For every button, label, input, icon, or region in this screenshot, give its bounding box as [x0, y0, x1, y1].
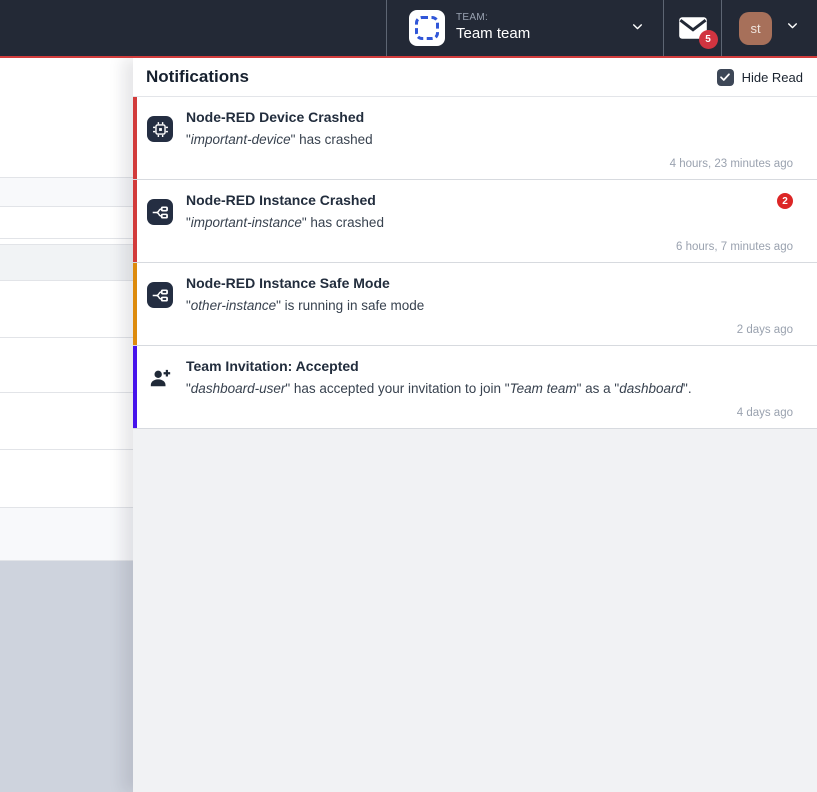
- notification-content: Team Invitation: Accepted "dashboard-use…: [186, 358, 793, 419]
- severity-accent-bar: [133, 180, 137, 262]
- notification-timestamp: 2 days ago: [186, 324, 793, 336]
- notification-item[interactable]: Node-RED Instance Crashed 2 "important-i…: [133, 180, 817, 263]
- unread-count-badge: 5: [699, 30, 718, 49]
- notification-timestamp: 4 hours, 23 minutes ago: [186, 158, 793, 170]
- notifications-mail-button[interactable]: 5: [663, 0, 722, 56]
- hide-read-checkbox[interactable]: [717, 69, 734, 86]
- notification-icon-wrap: [147, 116, 174, 170]
- notification-list: Node-RED Device Crashed "important-devic…: [133, 97, 817, 429]
- chevron-down-icon: [630, 20, 645, 38]
- hide-read-label: Hide Read: [742, 70, 803, 85]
- team-selector[interactable]: TEAM: Team team: [386, 0, 663, 56]
- app-screen: TEAM: Team team 5 st: [0, 0, 817, 792]
- user-menu[interactable]: st: [722, 0, 817, 56]
- team-icon: [409, 10, 445, 46]
- alert-banner-edge: [0, 56, 817, 58]
- notification-item[interactable]: Team Invitation: Accepted "dashboard-use…: [133, 346, 817, 429]
- notification-body: "important-instance" has crashed: [186, 215, 793, 232]
- notification-body: "other-instance" is running in safe mode: [186, 298, 793, 315]
- notification-icon-wrap: [147, 365, 174, 419]
- notification-icon-wrap: [147, 199, 174, 253]
- notification-count-badge: 2: [777, 193, 793, 209]
- notification-content: Node-RED Device Crashed "important-devic…: [186, 109, 793, 170]
- notification-timestamp: 4 days ago: [186, 407, 793, 419]
- user-add-icon: [147, 365, 173, 391]
- notification-item[interactable]: Node-RED Device Crashed "important-devic…: [133, 97, 817, 180]
- chevron-down-icon: [785, 19, 800, 37]
- notification-content: Node-RED Instance Crashed 2 "important-i…: [186, 192, 793, 253]
- device-chip-icon: [147, 116, 173, 142]
- mail-icon: 5: [678, 16, 708, 40]
- instance-icon: [147, 199, 173, 225]
- notification-title: Node-RED Device Crashed: [186, 109, 364, 126]
- severity-accent-bar: [133, 346, 137, 428]
- notification-title: Team Invitation: Accepted: [186, 358, 359, 375]
- avatar: st: [739, 12, 772, 45]
- notifications-drawer: Notifications Hide Read: [133, 58, 817, 792]
- notification-body: "dashboard-user" has accepted your invit…: [186, 381, 793, 398]
- notification-timestamp: 6 hours, 7 minutes ago: [186, 241, 793, 253]
- team-icon-glyph: [415, 16, 439, 40]
- drawer-header: Notifications Hide Read: [133, 58, 817, 97]
- notification-content: Node-RED Instance Safe Mode "other-insta…: [186, 275, 793, 336]
- drawer-title: Notifications: [146, 67, 249, 87]
- notification-icon-wrap: [147, 282, 174, 336]
- notification-title: Node-RED Instance Crashed: [186, 192, 376, 209]
- hide-read-toggle[interactable]: Hide Read: [717, 69, 803, 86]
- notification-item[interactable]: Node-RED Instance Safe Mode "other-insta…: [133, 263, 817, 346]
- top-navbar: TEAM: Team team 5 st: [0, 0, 817, 56]
- team-kicker-label: TEAM:: [456, 12, 530, 25]
- instance-icon: [147, 282, 173, 308]
- severity-accent-bar: [133, 97, 137, 179]
- team-labels: TEAM: Team team: [456, 12, 530, 44]
- check-icon: [719, 71, 731, 83]
- severity-accent-bar: [133, 263, 137, 345]
- team-name-label: Team team: [456, 25, 530, 44]
- notification-body: "important-device" has crashed: [186, 132, 793, 149]
- notification-title: Node-RED Instance Safe Mode: [186, 275, 390, 292]
